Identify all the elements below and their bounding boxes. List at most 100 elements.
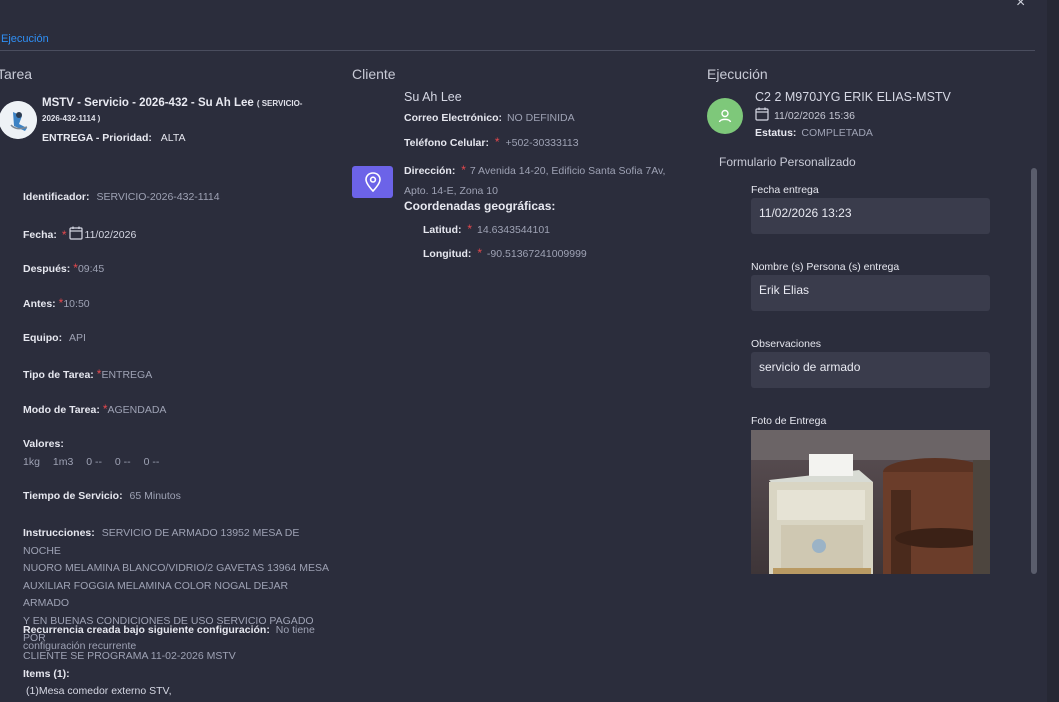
- status-value: COMPLETADA: [801, 127, 873, 139]
- close-icon[interactable]: ×: [1016, 0, 1032, 11]
- field-antes: Antes: *10:50: [23, 296, 90, 310]
- field-value: API: [69, 332, 86, 344]
- field-value: +502-30333113: [505, 137, 579, 149]
- required-marker: *: [61, 227, 67, 242]
- field-value: -90.51367241009999: [486, 248, 587, 260]
- cliente-section-title: Cliente: [352, 66, 396, 82]
- field-recurrencia: Recurrencia creada bajo siguiente config…: [23, 622, 323, 654]
- execution-datetime: 11/02/2026 15:36: [755, 107, 855, 124]
- form-label-nombre-entrega: Nombre (s) Persona (s) entrega: [751, 261, 900, 273]
- valor-item: 1m3: [52, 456, 74, 468]
- field-value: 11/02/2026: [84, 228, 137, 241]
- calendar-icon: [68, 226, 83, 243]
- ejecucion-section-title: Ejecución: [707, 66, 768, 82]
- field-label: Fecha:: [23, 228, 57, 241]
- field-label: Instrucciones:: [23, 527, 95, 539]
- tarea-section-title: Tarea: [0, 66, 33, 82]
- field-label: Valores:: [23, 438, 64, 450]
- tab-divider: [0, 50, 1035, 51]
- valor-item: 1kg: [23, 456, 40, 468]
- valor-item: 0 --: [86, 456, 102, 468]
- field-value: ENTREGA: [101, 369, 153, 381]
- required-marker: *: [477, 246, 482, 260]
- field-items: Items (1): (1)Mesa comedor externo STV,: [23, 666, 172, 700]
- field-value: 7 Avenida 14-20, Edificio Santa Sofia 7A…: [469, 165, 666, 177]
- required-marker: *: [467, 222, 473, 236]
- field-fecha: Fecha: * 11/02/2026: [23, 226, 136, 243]
- task-priority: ALTA: [160, 132, 186, 144]
- client-latitud: Latitud: * 14.6343544101: [423, 222, 550, 236]
- valor-item: 0 --: [114, 456, 131, 468]
- field-label: Correo Electrónico:: [404, 112, 503, 124]
- client-name: Su Ah Lee: [404, 90, 462, 104]
- execution-status: Estatus: COMPLETADA: [755, 127, 873, 139]
- field-value: Apto. 14-E, Zona 10: [404, 185, 498, 197]
- delivery-photo[interactable]: [751, 430, 990, 574]
- field-value: NO DEFINIDA: [506, 112, 575, 124]
- field-tipo-tarea: Tipo de Tarea: *ENTREGA: [23, 367, 152, 381]
- item-entry: (1)Mesa comedor externo STV,: [26, 685, 172, 697]
- field-label: Tipo de Tarea:: [23, 369, 94, 381]
- task-type-label: ENTREGA - Prioridad:: [42, 132, 152, 144]
- field-label: Longitud:: [423, 248, 472, 260]
- valores-list: 1kg 1m3 0 -- 0 -- 0 --: [23, 456, 159, 468]
- field-value: SERVICIO-2026-432-1114: [96, 191, 220, 203]
- task-title: MSTV - Servicio - 2026-432 - Su Ah Lee: [42, 97, 254, 109]
- map-pin-button[interactable]: [352, 166, 393, 198]
- client-direccion: Dirección: * 7 Avenida 14-20, Edificio S…: [404, 160, 704, 201]
- field-modo-tarea: Modo de Tarea: *AGENDADA: [23, 402, 166, 416]
- field-value: 10:50: [63, 298, 90, 310]
- field-label: Teléfono Celular:: [404, 137, 489, 149]
- field-label: Después:: [23, 263, 71, 275]
- observaciones-field[interactable]: servicio de armado: [751, 352, 990, 388]
- nombre-entrega-field[interactable]: Erik Elias: [751, 275, 990, 311]
- driver-avatar: [707, 98, 743, 134]
- field-despues: Después: *09:45: [23, 261, 104, 275]
- form-label-observaciones: Observaciones: [751, 338, 822, 350]
- field-value: 65 Minutos: [129, 490, 181, 502]
- task-avatar: [0, 101, 37, 139]
- field-label: Antes:: [23, 298, 56, 310]
- field-equipo: Equipo: API: [23, 332, 86, 344]
- form-label-foto-entrega: Foto de Entrega: [751, 415, 827, 427]
- field-value: AGENDADA: [107, 404, 167, 416]
- tab-ejecucion[interactable]: Ejecución: [1, 33, 49, 45]
- field-label: Latitud:: [423, 224, 462, 236]
- calendar-icon: [755, 107, 769, 124]
- field-label: Recurrencia creada bajo siguiente config…: [23, 624, 270, 636]
- field-label: Modo de Tarea:: [23, 404, 100, 416]
- required-marker: *: [494, 135, 500, 149]
- field-label: Equipo:: [23, 332, 63, 344]
- custom-form-title: Formulario Personalizado: [719, 155, 856, 169]
- task-title-block: MSTV - Servicio - 2026-432 - Su Ah Lee (…: [42, 96, 312, 126]
- driver-name: C2 2 M970JYG ERIK ELIAS-MSTV: [755, 90, 951, 104]
- fecha-entrega-field[interactable]: 11/02/2026 13:23: [751, 198, 990, 234]
- task-type-priority: ENTREGA - Prioridad: ALTA: [42, 132, 186, 144]
- datetime-value: 11/02/2026 15:36: [774, 109, 855, 122]
- instrucciones-line: NUORO MELAMINA BLANCO/VIDRIO/2 GAVETAS 1…: [23, 562, 329, 574]
- client-telefono: Teléfono Celular: * +502-30333113: [404, 135, 579, 149]
- field-label: Items (1):: [23, 668, 70, 680]
- field-label: Tiempo de Servicio:: [23, 490, 123, 502]
- client-correo: Correo Electrónico: NO DEFINIDA: [404, 112, 575, 124]
- window-edge: [1047, 0, 1059, 702]
- client-longitud: Longitud: * -90.51367241009999: [423, 246, 587, 260]
- field-value: 09:45: [77, 263, 105, 275]
- field-tiempo-servicio: Tiempo de Servicio: 65 Minutos: [23, 490, 181, 502]
- field-identificador: Identificador: SERVICIO-2026-432-1114: [23, 191, 220, 203]
- valor-item: 0 --: [143, 456, 160, 468]
- field-valores: Valores: 1kg 1m3 0 -- 0 -- 0 --: [23, 438, 159, 468]
- field-label: Identificador:: [23, 191, 90, 203]
- coordenadas-title: Coordenadas geográficas:: [404, 199, 556, 213]
- instrucciones-line: AUXILIAR FOGGIA MELAMINA COLOR NOGAL DEJ…: [23, 579, 289, 610]
- user-icon: [718, 109, 732, 123]
- field-label: Estatus:: [755, 127, 797, 139]
- map-pin-icon: [364, 172, 381, 192]
- required-marker: *: [461, 163, 466, 177]
- field-value: 14.6343544101: [477, 224, 551, 236]
- field-value: configuración recurrente: [23, 640, 137, 652]
- field-label: Dirección:: [404, 165, 456, 177]
- form-label-fecha-entrega: Fecha entrega: [751, 184, 819, 196]
- scrollbar[interactable]: [1031, 168, 1037, 574]
- field-value: No tiene: [275, 624, 315, 636]
